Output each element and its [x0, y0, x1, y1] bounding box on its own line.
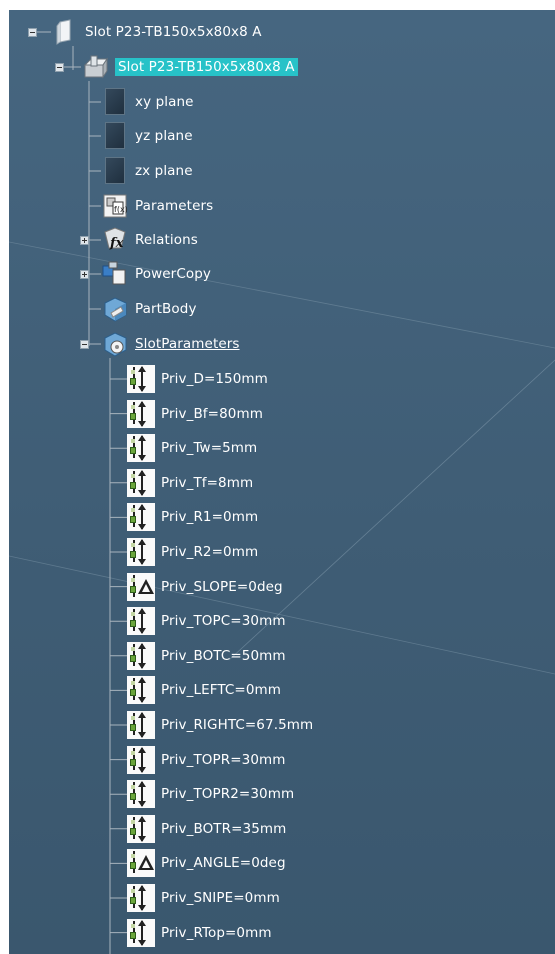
document-icon — [51, 18, 79, 46]
angle-parameter-icon — [127, 572, 155, 601]
part-icon — [81, 53, 109, 81]
tree-plane-1[interactable]: yz plane — [101, 122, 193, 150]
tree-plane-2-label: zx plane — [135, 163, 193, 179]
slot-param-6-label: Priv_SLOPE=0deg — [161, 578, 283, 595]
slot-param-0-label: Priv_D=150mm — [161, 371, 268, 387]
slot-param-12[interactable]: Priv_TOPR2=30mm — [127, 780, 295, 809]
plane-icon — [101, 157, 129, 185]
length-parameter-icon — [127, 918, 155, 947]
tree-root-label: Slot P23-TB150x5x80x8 A — [85, 24, 262, 40]
length-parameter-icon — [127, 884, 155, 912]
slot-param-8-label: Priv_BOTC=50mm — [161, 647, 286, 664]
length-parameter-icon — [127, 814, 155, 843]
slot-param-2[interactable]: Priv_Tw=5mm — [127, 434, 258, 463]
slot-param-15[interactable]: Priv_SNIPE=0mm — [127, 884, 280, 912]
partbody-icon — [101, 295, 129, 323]
powercopy-expand-toggle[interactable] — [80, 270, 89, 279]
length-parameter-icon — [127, 780, 155, 809]
slot-param-13-label: Priv_BOTR=35mm — [161, 820, 287, 837]
slot-param-12-label: Priv_TOPR2=30mm — [161, 786, 295, 803]
tree-node-partbody[interactable]: PartBody — [101, 295, 197, 323]
length-parameter-icon — [127, 468, 155, 497]
plane-icon — [101, 122, 129, 150]
tree-node-powercopy-label: PowerCopy — [135, 266, 211, 282]
parameters-icon: f(x) — [101, 192, 129, 220]
tree-node-relations-label: Relations — [135, 232, 198, 248]
tree-plane-1-label: yz plane — [135, 128, 193, 144]
slot-param-13[interactable]: Priv_BOTR=35mm — [127, 814, 287, 843]
tree-node-powercopy[interactable]: PowerCopy — [101, 260, 211, 288]
length-parameter-icon — [127, 365, 155, 393]
tree-node-partbody-label: PartBody — [135, 301, 197, 317]
length-parameter-icon — [127, 745, 155, 774]
tree-node-parameters[interactable]: f(x) Parameters — [101, 192, 213, 220]
slot-param-2-label: Priv_Tw=5mm — [161, 440, 258, 457]
slot-param-15-label: Priv_SNIPE=0mm — [161, 890, 280, 906]
parameter-set-icon — [101, 330, 129, 358]
length-parameter-icon — [127, 434, 155, 463]
slot-param-11-label: Priv_TOPR=30mm — [161, 751, 286, 768]
part-collapse-toggle[interactable] — [55, 63, 64, 72]
slot-param-10-label: Priv_RIGHTC=67.5mm — [161, 717, 314, 733]
slot-param-1-label: Priv_Bf=80mm — [161, 405, 263, 422]
specification-tree-canvas: Slot P23-TB150x5x80x8 A Slot P23-TB150x5x… — [9, 10, 555, 954]
tree-plane-0-label: xy plane — [135, 94, 194, 110]
slot-param-14[interactable]: Priv_ANGLE=0deg — [127, 849, 286, 878]
tree-connector-lines — [36, 31, 127, 954]
length-parameter-icon — [127, 503, 155, 532]
root-collapse-toggle[interactable] — [28, 28, 37, 37]
slot-param-3-label: Priv_Tf=8mm — [161, 474, 254, 491]
tree-part-node-label: Slot P23-TB150x5x80x8 A — [115, 58, 298, 76]
tree-plane-0[interactable]: xy plane — [101, 88, 194, 116]
relations-expand-toggle[interactable] — [80, 236, 89, 245]
slot-param-6[interactable]: Priv_SLOPE=0deg — [127, 572, 283, 601]
tree-root[interactable]: Slot P23-TB150x5x80x8 A — [51, 18, 262, 46]
relations-icon: fx — [101, 226, 129, 254]
tree-node-relations[interactable]: fx Relations — [101, 226, 198, 254]
slot-param-4-label: Priv_R1=0mm — [161, 509, 259, 526]
slot-param-9[interactable]: Priv_LEFTC=0mm — [127, 676, 282, 705]
slot-param-4[interactable]: Priv_R1=0mm — [127, 503, 259, 532]
slot-param-8[interactable]: Priv_BOTC=50mm — [127, 641, 286, 670]
slot-param-3[interactable]: Priv_Tf=8mm — [127, 468, 254, 497]
slot-param-1[interactable]: Priv_Bf=80mm — [127, 399, 263, 428]
slot-param-7[interactable]: Priv_TOPC=30mm — [127, 607, 286, 636]
powercopy-icon — [101, 260, 129, 288]
slotparameters-collapse-toggle[interactable] — [80, 340, 89, 349]
tree-node-parameters-label: Parameters — [135, 198, 214, 214]
length-parameter-icon — [127, 711, 155, 739]
angle-parameter-icon — [127, 849, 155, 878]
length-parameter-icon — [127, 538, 155, 566]
length-parameter-icon — [127, 399, 155, 428]
length-parameter-icon — [127, 641, 155, 670]
slot-param-10[interactable]: Priv_RIGHTC=67.5mm — [127, 711, 313, 739]
slot-param-16[interactable]: Priv_RTop=0mm — [127, 918, 272, 947]
slot-param-0[interactable]: Priv_D=150mm — [127, 365, 268, 393]
length-parameter-icon — [127, 676, 155, 705]
slot-param-14-label: Priv_ANGLE=0deg — [161, 855, 286, 872]
slot-param-11[interactable]: Priv_TOPR=30mm — [127, 745, 286, 774]
tree-node-slotparameters-label: SlotParameters — [135, 336, 240, 352]
tree-plane-2[interactable]: zx plane — [101, 157, 193, 185]
slot-param-16-label: Priv_RTop=0mm — [161, 924, 272, 941]
length-parameter-icon — [127, 607, 155, 636]
slot-param-9-label: Priv_LEFTC=0mm — [161, 682, 282, 699]
slot-param-7-label: Priv_TOPC=30mm — [161, 613, 286, 630]
plane-icon — [101, 88, 129, 116]
slot-param-5-label: Priv_R2=0mm — [161, 544, 259, 560]
tree-part-node[interactable]: Slot P23-TB150x5x80x8 A — [81, 53, 298, 81]
tree-node-slotparameters[interactable]: SlotParameters — [101, 330, 240, 358]
slot-param-5[interactable]: Priv_R2=0mm — [127, 538, 258, 566]
svg-text:fx: fx — [109, 236, 124, 251]
svg-text:f(x): f(x) — [114, 205, 128, 214]
